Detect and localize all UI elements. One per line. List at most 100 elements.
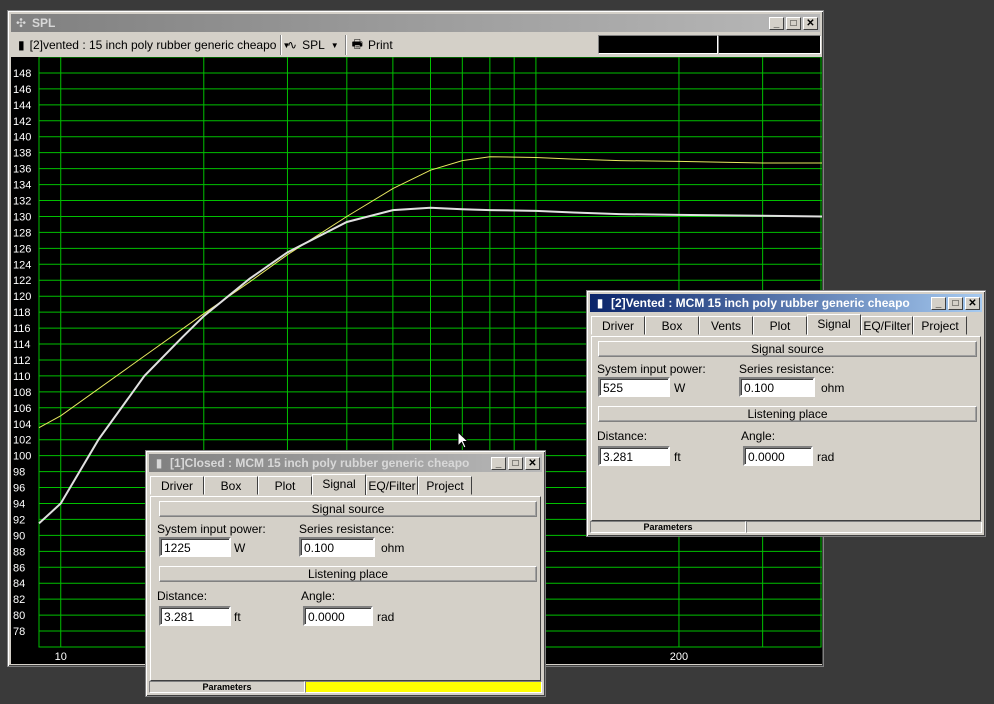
y-tick-label: 132 [13, 196, 31, 208]
angle-unit: rad [817, 450, 835, 464]
series-resistance-field[interactable]: 0.100 [299, 537, 375, 557]
distance-field[interactable]: 3.281 [159, 606, 231, 626]
y-tick-label: 90 [13, 530, 25, 542]
wave-icon: ∿ [287, 38, 298, 52]
y-tick-label: 134 [13, 180, 31, 192]
y-tick-label: 108 [13, 387, 31, 399]
speaker-icon: ▮ [596, 296, 604, 310]
vented-tabs: Driver Box Vents Plot Signal EQ/Filter P… [591, 314, 981, 336]
series-resistance-label: Series resistance: [299, 522, 395, 536]
vented-window: ▮ [2]Vented : MCM 15 inch poly rubber ge… [586, 290, 986, 537]
tab-project[interactable]: Project [913, 316, 967, 335]
chevron-down-icon: ▼ [330, 40, 339, 50]
maximize-button[interactable]: □ [948, 296, 963, 310]
closed-window: ▮ [1]Closed : MCM 15 inch poly rubber ge… [145, 450, 546, 697]
input-power-field[interactable]: 525 [598, 377, 670, 397]
y-tick-label: 146 [13, 84, 31, 96]
tab-vents[interactable]: Vents [699, 316, 753, 335]
distance-label: Distance: [597, 429, 648, 443]
y-tick-label: 104 [13, 419, 31, 431]
close-button[interactable]: ✕ [803, 16, 818, 30]
vented-titlebar[interactable]: ▮ [2]Vented : MCM 15 inch poly rubber ge… [590, 294, 982, 312]
y-tick-label: 114 [13, 339, 31, 351]
print-button[interactable]: 🖶 Print [346, 35, 399, 55]
angle-unit: rad [377, 610, 395, 624]
y-tick-label: 106 [13, 403, 31, 415]
readout-box-2 [718, 35, 821, 54]
listening-place-header: Listening place [159, 566, 537, 582]
y-tick-label: 136 [13, 164, 31, 176]
minimize-button[interactable]: _ [931, 296, 946, 310]
y-tick-label: 148 [13, 68, 31, 80]
x-tick-label: 10 [55, 651, 67, 663]
printer-icon: 🖶 [351, 36, 363, 51]
minimize-button[interactable]: _ [491, 456, 506, 470]
spl-titlebar[interactable]: ✣ SPL _ □ ✕ [11, 14, 820, 32]
distance-unit: ft [674, 450, 681, 464]
maximize-button[interactable]: □ [786, 16, 801, 30]
tab-project[interactable]: Project [418, 476, 472, 495]
y-tick-label: 94 [13, 498, 25, 510]
status-indicator [305, 681, 542, 693]
closed-signal-panel: Signal source System input power: 1225 W… [150, 496, 541, 681]
move-icon: ✣ [15, 16, 27, 30]
y-tick-label: 92 [13, 514, 25, 526]
close-button[interactable]: ✕ [525, 456, 540, 470]
tab-driver[interactable]: Driver [150, 476, 204, 495]
tab-box[interactable]: Box [645, 316, 699, 335]
readout-box-1 [598, 35, 718, 54]
tab-signal[interactable]: Signal [312, 474, 366, 495]
y-tick-label: 116 [13, 323, 31, 335]
y-tick-label: 124 [13, 259, 31, 271]
series-resistance-unit: ohm [821, 381, 845, 395]
tab-driver[interactable]: Driver [591, 316, 645, 335]
tab-box[interactable]: Box [204, 476, 258, 495]
y-tick-label: 98 [13, 467, 25, 479]
minimize-button[interactable]: _ [769, 16, 784, 30]
tab-plot[interactable]: Plot [258, 476, 312, 495]
input-power-field[interactable]: 1225 [159, 537, 231, 557]
maximize-button[interactable]: □ [508, 456, 523, 470]
y-tick-label: 96 [13, 483, 25, 495]
y-tick-label: 128 [13, 227, 31, 239]
spl-window-title: SPL [32, 16, 56, 30]
y-tick-label: 112 [13, 355, 31, 367]
close-button[interactable]: ✕ [965, 296, 980, 310]
tab-signal[interactable]: Signal [807, 314, 861, 335]
y-tick-label: 130 [13, 211, 31, 223]
closed-titlebar[interactable]: ▮ [1]Closed : MCM 15 inch poly rubber ge… [149, 454, 542, 472]
speaker-icon: ▮ [155, 456, 163, 470]
status-parameters: Parameters [590, 521, 746, 533]
angle-field[interactable]: 0.0000 [303, 606, 373, 626]
series-resistance-field[interactable]: 0.100 [739, 377, 815, 397]
status-parameters: Parameters [149, 681, 305, 693]
y-tick-label: 80 [13, 610, 25, 622]
input-power-label: System input power: [597, 362, 706, 376]
distance-field[interactable]: 3.281 [598, 446, 670, 466]
tab-eq-filter[interactable]: EQ/Filter [861, 316, 913, 335]
listening-place-header: Listening place [598, 406, 977, 422]
y-tick-label: 144 [13, 100, 31, 112]
y-tick-label: 138 [13, 148, 31, 160]
distance-unit: ft [234, 610, 241, 624]
closed-status-bar: Parameters [149, 681, 542, 693]
y-tick-label: 126 [13, 243, 31, 255]
angle-field[interactable]: 0.0000 [743, 446, 813, 466]
tab-plot[interactable]: Plot [753, 316, 807, 335]
project-select[interactable]: ▮ [2]vented : 15 inch poly rubber generi… [12, 35, 290, 55]
y-tick-label: 102 [13, 435, 31, 447]
distance-label: Distance: [157, 589, 208, 603]
vented-window-title: [2]Vented : MCM 15 inch poly rubber gene… [611, 296, 910, 310]
tab-eq-filter[interactable]: EQ/Filter [366, 476, 418, 495]
closed-tabs: Driver Box Plot Signal EQ/Filter Project [150, 474, 541, 496]
vented-signal-panel: Signal source System input power: 525 W … [591, 336, 981, 521]
mouse-cursor-icon [457, 431, 470, 449]
y-tick-label: 86 [13, 562, 25, 574]
view-select[interactable]: ∿ SPL ▼ [281, 35, 346, 55]
input-power-label: System input power: [157, 522, 266, 536]
y-tick-label: 100 [13, 451, 31, 463]
project-select-value: [2]vented : 15 inch poly rubber generic … [29, 38, 277, 52]
y-tick-label: 82 [13, 594, 25, 606]
view-select-value: SPL [302, 38, 325, 52]
series-resistance-unit: ohm [381, 541, 405, 555]
